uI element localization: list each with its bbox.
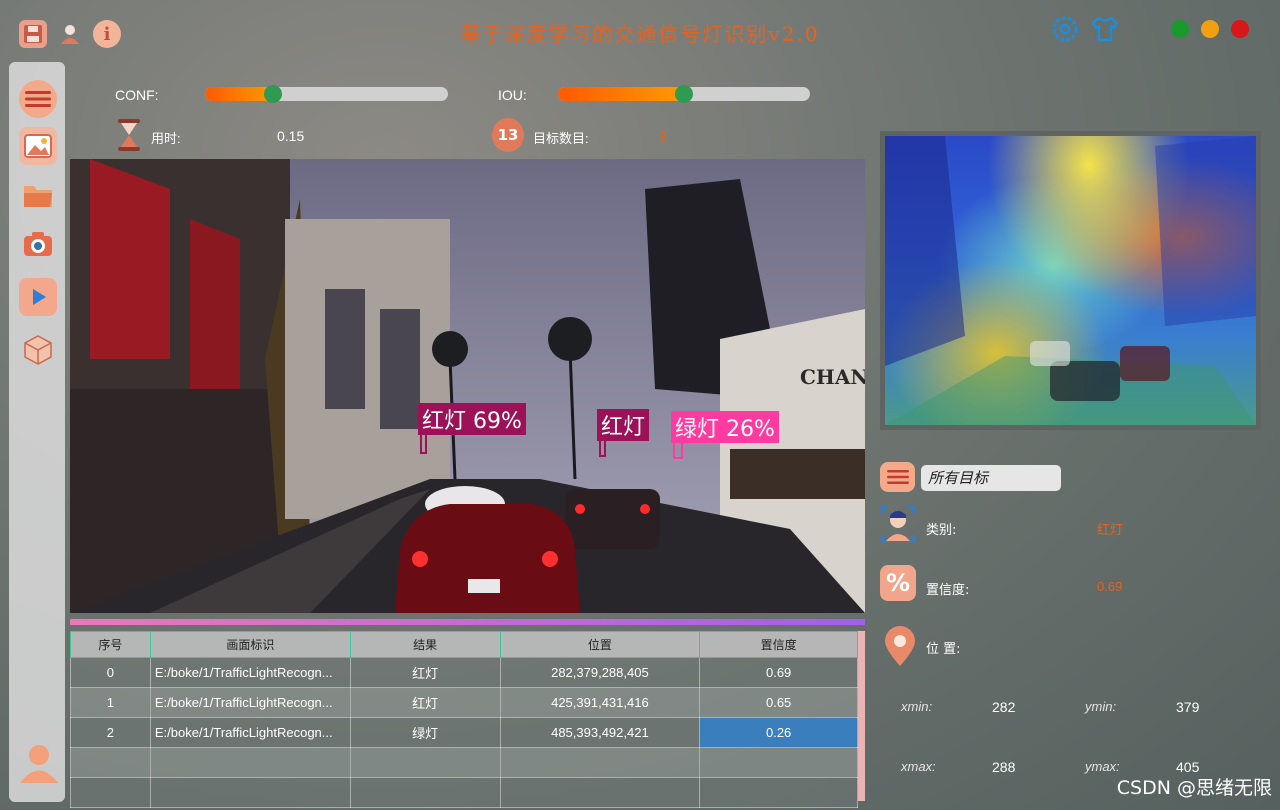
settings-icon[interactable] [1050,14,1080,44]
iou-slider[interactable] [558,85,810,103]
watermark: CSDN @思绪无限 [1116,777,1272,799]
xmax-label: xmax: [901,759,936,774]
sidebar [9,62,65,802]
folder-icon[interactable] [19,176,57,214]
cell-position[interactable]: 282,379,288,405 [499,657,701,688]
time-value: 0.15 [277,128,305,144]
count-value: 3 [659,128,667,144]
detection-image: CHANEL 红灯 69% 红灯 绿灯 26% [70,159,865,613]
detection-box [599,435,606,457]
cell-confidence[interactable]: 0.69 [699,657,858,688]
divider [70,619,865,625]
iou-label: IOU: [498,87,527,103]
class-label: 类别: [926,523,957,538]
confidence-value: 0.69 [1097,579,1123,594]
table-row[interactable]: 0 E:/boke/1/TrafficLightRecogn... 红灯 282… [70,657,858,688]
header-position[interactable]: 位置 [499,631,701,658]
table-header-row: 序号 画面标识 结果 位置 置信度 [70,631,858,658]
conf-slider-fill [205,87,274,101]
window-title: 基于深度学习的交通信号灯识别v2.0 [460,22,820,46]
percent-icon: % [880,565,916,601]
cell-source[interactable]: E:/boke/1/TrafficLightRecogn... [149,657,351,688]
location-pin-icon [880,625,920,667]
filter-menu-icon[interactable] [880,462,915,492]
conf-label: CONF: [115,87,159,103]
xmin-value: 282 [992,699,1016,715]
target-count-icon: 13 [492,118,524,152]
count-label: 目标数目: [533,131,589,146]
table-row[interactable]: 1 E:/boke/1/TrafficLightRecogn... 红灯 425… [70,687,858,718]
cell-index[interactable]: 2 [70,717,151,748]
detection-box [420,430,427,454]
class-value: 红灯 [1097,522,1124,537]
detection-label: 红灯 69% [418,403,526,435]
shirt-icon[interactable] [1090,15,1120,43]
cell-index[interactable]: 1 [70,687,151,718]
heatmap-frame [880,131,1261,430]
svg-text:CHANEL: CHANEL [800,365,865,389]
table-row-empty[interactable] [70,777,858,808]
ymax-label: ymax: [1085,759,1120,774]
cell-result[interactable]: 红灯 [349,657,501,688]
cell-confidence-selected[interactable]: 0.26 [699,717,858,748]
heatmap-image [885,136,1256,425]
position-label: 位 置: [926,642,961,657]
time-label: 用时: [151,131,181,146]
cell-result[interactable]: 红灯 [349,687,501,718]
header-confidence[interactable]: 置信度 [699,631,858,658]
image-icon[interactable] [19,127,57,165]
menu-icon[interactable] [19,80,57,118]
header-index[interactable]: 序号 [70,631,151,658]
table-scrollbar[interactable] [858,631,865,801]
table-row[interactable]: 2 E:/boke/1/TrafficLightRecogn... 绿灯 485… [70,717,858,748]
results-table: 序号 画面标识 结果 位置 置信度 0 E:/boke/1/TrafficLig… [70,631,858,808]
xmax-value: 288 [992,759,1016,775]
face-scan-icon [880,505,916,543]
table-row-empty[interactable] [70,747,858,778]
cell-result[interactable]: 绿灯 [349,717,501,748]
hourglass-icon [113,118,145,152]
ymin-value: 379 [1176,699,1200,715]
header-source[interactable]: 画面标识 [149,631,351,658]
cell-source[interactable]: E:/boke/1/TrafficLightRecogn... [149,717,351,748]
cell-confidence[interactable]: 0.65 [699,687,858,718]
minimize-button[interactable] [1201,20,1219,38]
iou-slider-knob[interactable] [675,85,693,103]
confidence-label: 置信度: [926,583,970,598]
conf-slider-knob[interactable] [264,85,283,103]
target-filter-select[interactable]: 所有目标 [921,465,1061,491]
camera-icon[interactable] [19,225,57,263]
cell-position[interactable]: 485,393,492,421 [499,717,701,748]
xmin-label: xmin: [901,699,933,714]
close-button[interactable] [1231,20,1249,38]
video-icon[interactable] [19,278,57,316]
conf-slider[interactable] [205,85,448,103]
detection-label: 绿灯 26% [671,411,779,443]
cell-source[interactable]: E:/boke/1/TrafficLightRecogn... [149,687,351,718]
avatar-icon[interactable] [17,742,61,784]
iou-slider-fill [558,87,684,101]
detection-box [673,437,683,459]
ymin-label: ymin: [1085,699,1117,714]
model-icon[interactable] [19,331,57,369]
header-result[interactable]: 结果 [349,631,501,658]
maximize-button[interactable] [1171,20,1189,38]
cell-index[interactable]: 0 [70,657,151,688]
cell-position[interactable]: 425,391,431,416 [499,687,701,718]
